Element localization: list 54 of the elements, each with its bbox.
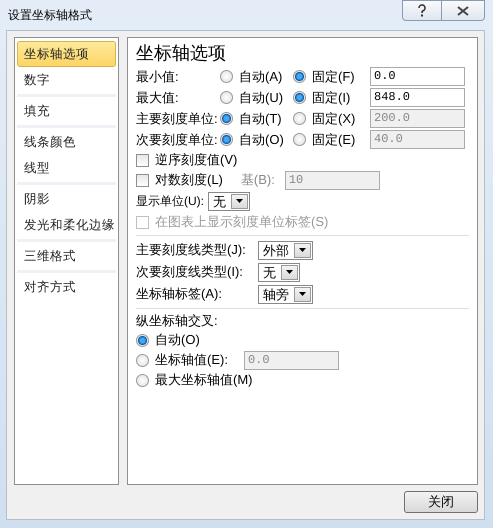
close-button[interactable] — [442, 0, 485, 21]
section-title: 坐标轴选项 — [136, 42, 227, 64]
sidebar-item[interactable]: 线条颜色 — [17, 129, 116, 155]
radio-label: 自动(U) — [239, 88, 284, 106]
input-field[interactable]: 0.0 — [370, 67, 465, 86]
radio-label: 固定(E) — [312, 130, 356, 148]
radio-button[interactable] — [293, 91, 306, 104]
field-label: 最小值: — [136, 68, 180, 86]
sidebar-item[interactable]: 坐标轴选项 — [17, 41, 116, 67]
field-label: 显示单位(U): — [136, 192, 204, 210]
radio-button[interactable] — [136, 334, 149, 346]
checkbox-label: 在图表上显示刻度单位标签(S) — [155, 213, 328, 231]
sidebar-item[interactable]: 阴影 — [17, 186, 116, 212]
help-icon — [417, 4, 427, 17]
field-label: 坐标轴标签(A): — [136, 285, 223, 303]
close-button[interactable]: 关闭 — [404, 491, 478, 513]
radio-label: 固定(X) — [312, 110, 356, 128]
radio-label: 最大坐标轴值(M) — [155, 371, 252, 389]
checkbox[interactable] — [136, 154, 149, 166]
sidebar-item[interactable]: 填充 — [17, 98, 116, 124]
dropdown[interactable]: 无 — [258, 262, 300, 282]
field-label: 主要刻度单位: — [136, 110, 219, 128]
sidebar-item[interactable]: 三维格式 — [17, 243, 116, 269]
radio-button[interactable] — [220, 91, 233, 104]
field-label: 次要刻度线类型(I): — [136, 263, 244, 281]
field-label: 主要刻度线类型(J): — [136, 241, 247, 259]
group-label: 纵坐标轴交叉: — [136, 312, 219, 330]
window-title: 设置坐标轴格式 — [8, 6, 92, 24]
field-label: 次要刻度单位: — [136, 130, 219, 148]
radio-label: 固定(I) — [312, 88, 350, 106]
radio-label: 自动(O) — [239, 130, 284, 148]
radio-label: 坐标轴值(E): — [155, 351, 228, 369]
checkbox-label: 对数刻度(L) — [155, 171, 223, 189]
radio-button[interactable] — [136, 374, 149, 386]
radio-label: 自动(T) — [239, 110, 282, 128]
help-button[interactable] — [402, 0, 442, 21]
checkbox-label: 逆序刻度值(V) — [155, 151, 238, 169]
radio-label: 固定(F) — [312, 68, 355, 86]
checkbox[interactable] — [136, 174, 149, 186]
dropdown[interactable]: 外部 — [258, 240, 313, 260]
radio-button[interactable] — [220, 70, 233, 83]
dropdown[interactable]: 轴旁 — [258, 284, 313, 304]
radio-label: 自动(O) — [155, 331, 200, 349]
radio-label: 自动(A) — [239, 68, 282, 86]
radio-button[interactable] — [293, 70, 306, 83]
sidebar-item[interactable]: 对齐方式 — [17, 274, 116, 300]
field-label: 最大值: — [136, 88, 180, 106]
sidebar-item[interactable]: 线型 — [17, 155, 116, 181]
sidebar-item[interactable]: 发光和柔化边缘 — [17, 212, 116, 238]
close-icon — [457, 6, 469, 16]
dropdown[interactable]: 无 — [208, 192, 250, 210]
input-field[interactable]: 848.0 — [370, 88, 465, 107]
sidebar-item[interactable]: 数字 — [17, 67, 116, 93]
field-label: 基(B): — [240, 171, 275, 189]
